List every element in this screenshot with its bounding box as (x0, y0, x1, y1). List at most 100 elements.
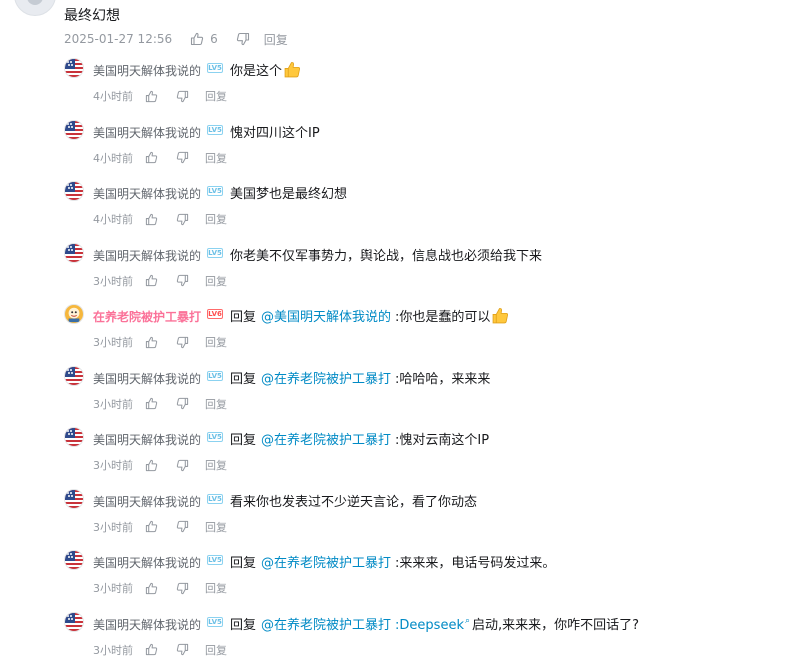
reply-username[interactable]: 美国明天解体我说的 (93, 431, 201, 448)
dislike-icon[interactable] (236, 32, 250, 46)
reply-username[interactable]: 美国明天解体我说的 (93, 370, 201, 387)
mention-link[interactable]: @在养老院被护工暴打 (261, 556, 391, 571)
reply-content: 回复@美国明天解体我说的:你也是蠢的可以 (230, 306, 509, 325)
root-comment-info: 2025-01-27 12:56 6 回复 (64, 31, 288, 47)
reply-text: :你也是蠢的可以 (395, 310, 490, 325)
search-glyph-icon[interactable]: ⌕ (465, 616, 470, 626)
like-icon[interactable] (145, 397, 158, 410)
dislike-icon[interactable] (176, 520, 189, 533)
reply-button[interactable]: 回复 (205, 396, 227, 412)
reply-username[interactable]: 美国明天解体我说的 (93, 185, 201, 202)
like-icon[interactable] (190, 32, 204, 46)
reply-button[interactable]: 回复 (205, 519, 227, 535)
dislike-icon[interactable] (176, 459, 189, 472)
reply-content: 愧对四川这个IP (230, 122, 320, 141)
reply-button[interactable]: 回复 (205, 334, 227, 350)
reply-text: :愧对云南这个IP (395, 433, 489, 448)
root-comment-text: 最终幻想 (64, 5, 120, 25)
reply-item: 美国明天解体我说的 LV5 愧对四川这个IP 4小时前 回复 (64, 117, 784, 179)
level-badge: LV5 (207, 63, 223, 73)
reply-meta: 3小时前 回复 (93, 643, 227, 657)
reply-content: 看来你也发表过不少逆天言论，看了你动态 (230, 491, 477, 510)
reply-time: 3小时前 (93, 273, 145, 289)
reply-button[interactable]: 回复 (205, 273, 227, 289)
reply-button[interactable]: 回复 (205, 642, 227, 658)
reply-button[interactable]: 回复 (205, 457, 227, 473)
dislike-icon[interactable] (176, 90, 189, 103)
reply-to-label: 回复 (230, 618, 256, 633)
level-badge: LV5 (207, 186, 223, 196)
dislike-icon[interactable] (176, 336, 189, 349)
like-icon[interactable] (145, 520, 158, 533)
root-commenter-avatar[interactable] (14, 0, 56, 16)
reply-username[interactable]: 在养老院被护工暴打 (93, 308, 201, 325)
avatar-flag[interactable] (64, 120, 84, 140)
reply-meta: 4小时前 回复 (93, 212, 227, 226)
reply-button[interactable]: 回复 (205, 150, 227, 166)
reply-meta: 3小时前 回复 (93, 335, 227, 349)
reply-meta: 3小时前 回复 (93, 458, 227, 472)
avatar-flag[interactable] (64, 612, 84, 632)
reply-username[interactable]: 美国明天解体我说的 (93, 62, 201, 79)
reply-meta: 3小时前 回复 (93, 397, 227, 411)
like-icon[interactable] (145, 643, 158, 656)
avatar-cartoon[interactable] (64, 304, 84, 324)
reply-button[interactable]: 回复 (205, 88, 227, 104)
reply-item: 美国明天解体我说的 LV5 回复@在养老院被护工暴打:来来来，电话号码发过来。 … (64, 547, 784, 609)
reply-text: :来来来，电话号码发过来。 (395, 556, 555, 571)
reply-text: 启动,来来来，你咋不回话了? (472, 618, 639, 633)
like-icon[interactable] (145, 213, 158, 226)
like-icon[interactable] (145, 90, 158, 103)
reply-meta: 3小时前 回复 (93, 520, 227, 534)
dislike-icon[interactable] (176, 274, 189, 287)
dislike-icon[interactable] (176, 151, 189, 164)
avatar-flag[interactable] (64, 366, 84, 386)
avatar-flag[interactable] (64, 181, 84, 201)
reply-content: 回复 @在养老院被护工暴打 :Deepseek⌕启动,来来来，你咋不回话了? (230, 614, 639, 633)
root-reply-button[interactable]: 回复 (264, 31, 288, 48)
like-icon[interactable] (145, 459, 158, 472)
reply-time: 3小时前 (93, 642, 145, 658)
reply-meta: 4小时前 回复 (93, 89, 227, 103)
reply-item: 美国明天解体我说的 LV5 回复@在养老院被护工暴打:哈哈哈，来来来 3小时前 … (64, 363, 784, 425)
reply-to-label: 回复 (230, 556, 256, 571)
mention-link[interactable]: @在养老院被护工暴打 (261, 372, 391, 387)
level-badge: LV6 (207, 309, 223, 319)
mention-link[interactable]: @美国明天解体我说的 (261, 310, 391, 325)
avatar-flag[interactable] (64, 550, 84, 570)
reply-button[interactable]: 回复 (205, 580, 227, 596)
reply-time: 4小时前 (93, 88, 145, 104)
reply-username[interactable]: 美国明天解体我说的 (93, 554, 201, 571)
reply-username[interactable]: 美国明天解体我说的 (93, 616, 201, 633)
reply-username[interactable]: 美国明天解体我说的 (93, 247, 201, 264)
like-icon[interactable] (145, 582, 158, 595)
reply-meta: 4小时前 回复 (93, 151, 227, 165)
dislike-icon[interactable] (176, 397, 189, 410)
avatar-flag[interactable] (64, 489, 84, 509)
reply-text: 你是这个 (230, 64, 282, 79)
reply-username[interactable]: 美国明天解体我说的 (93, 493, 201, 510)
avatar-flag[interactable] (64, 427, 84, 447)
level-badge: LV5 (207, 555, 223, 565)
like-icon[interactable] (145, 336, 158, 349)
mention-link[interactable]: @在养老院被护工暴打 (261, 618, 391, 633)
dislike-icon[interactable] (176, 582, 189, 595)
reply-text: 看来你也发表过不少逆天言论，看了你动态 (230, 495, 477, 510)
dislike-icon[interactable] (176, 643, 189, 656)
reply-text: 美国梦也是最终幻想 (230, 187, 347, 202)
reply-username[interactable]: 美国明天解体我说的 (93, 124, 201, 141)
search-keyword-link[interactable]: :Deepseek (395, 618, 464, 633)
reply-time: 3小时前 (93, 580, 145, 596)
reply-item: 美国明天解体我说的 LV5 美国梦也是最终幻想 4小时前 回复 (64, 178, 784, 240)
reply-text: :哈哈哈，来来来 (395, 372, 490, 387)
reply-button[interactable]: 回复 (205, 211, 227, 227)
like-icon[interactable] (145, 274, 158, 287)
avatar-flag[interactable] (64, 243, 84, 263)
avatar-flag[interactable] (64, 58, 84, 78)
level-badge: LV5 (207, 248, 223, 258)
reply-content: 回复@在养老院被护工暴打:哈哈哈，来来来 (230, 368, 490, 387)
dislike-icon[interactable] (176, 213, 189, 226)
like-icon[interactable] (145, 151, 158, 164)
mention-link[interactable]: @在养老院被护工暴打 (261, 433, 391, 448)
reply-meta: 3小时前 回复 (93, 581, 227, 595)
